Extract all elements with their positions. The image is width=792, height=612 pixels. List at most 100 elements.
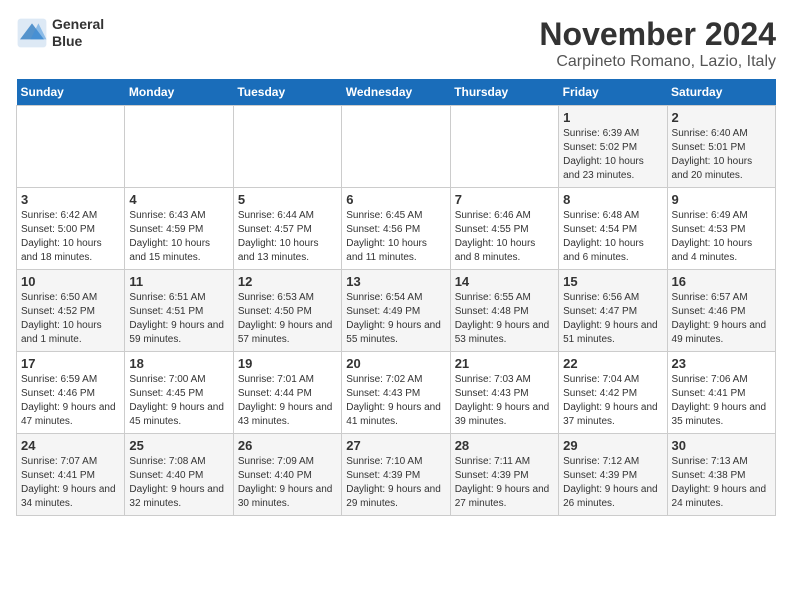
calendar-cell: 4 Sunrise: 6:43 AMSunset: 4:59 PMDaylight… xyxy=(125,188,233,270)
day-info: Sunrise: 6:56 AMSunset: 4:47 PMDaylight:… xyxy=(563,291,662,347)
calendar-cell: 16 Sunrise: 6:57 AMSunset: 4:46 PMDayligh… xyxy=(667,270,775,352)
day-number: 15 xyxy=(563,274,662,289)
day-number: 13 xyxy=(346,274,445,289)
day-info: Sunrise: 6:39 AMSunset: 5:02 PMDaylight:… xyxy=(563,127,662,183)
title-section: November 2024 Carpineto Romano, Lazio, I… xyxy=(539,16,776,71)
logo-line2: Blue xyxy=(52,33,82,49)
day-info: Sunrise: 6:57 AMSunset: 4:46 PMDaylight:… xyxy=(672,291,771,347)
calendar-cell: 2Sunrise: 6:40 AMSunset: 5:01 PMDaylight… xyxy=(667,106,775,188)
day-number: 4 xyxy=(129,192,228,207)
day-info: Sunrise: 6:50 AMSunset: 4:52 PMDaylight:… xyxy=(21,291,120,347)
day-info: Sunrise: 7:04 AMSunset: 4:42 PMDaylight:… xyxy=(563,373,662,429)
calendar-cell: 28 Sunrise: 7:11 AMSunset: 4:39 PMDayligh… xyxy=(450,434,558,516)
day-number: 24 xyxy=(21,438,120,453)
day-number: 30 xyxy=(672,438,771,453)
logo-text: General Blue xyxy=(52,16,104,50)
day-info: Sunrise: 6:55 AMSunset: 4:48 PMDaylight:… xyxy=(455,291,554,347)
day-info: Sunrise: 6:51 AMSunset: 4:51 PMDaylight:… xyxy=(129,291,228,347)
weekday-header-monday: Monday xyxy=(125,79,233,106)
calendar-cell: 22 Sunrise: 7:04 AMSunset: 4:42 PMDayligh… xyxy=(559,352,667,434)
calendar-cell: 23Sunrise: 7:06 AMSunset: 4:41 PMDayligh… xyxy=(667,352,775,434)
calendar-cell: 7 Sunrise: 6:46 AMSunset: 4:55 PMDaylight… xyxy=(450,188,558,270)
day-number: 19 xyxy=(238,356,337,371)
calendar-week-row: 1Sunrise: 6:39 AMSunset: 5:02 PMDaylight… xyxy=(17,106,776,188)
calendar-cell: 25 Sunrise: 7:08 AMSunset: 4:40 PMDayligh… xyxy=(125,434,233,516)
day-info: Sunrise: 7:07 AMSunset: 4:41 PMDaylight:… xyxy=(21,455,120,511)
day-number: 21 xyxy=(455,356,554,371)
day-number: 26 xyxy=(238,438,337,453)
day-number: 11 xyxy=(129,274,228,289)
logo-icon xyxy=(16,17,48,49)
calendar-cell: 17 Sunrise: 6:59 AMSunset: 4:46 PMDayligh… xyxy=(17,352,125,434)
logo: General Blue xyxy=(16,16,104,50)
day-number: 16 xyxy=(672,274,771,289)
calendar-cell: 19Sunrise: 7:01 AMSunset: 4:44 PMDayligh… xyxy=(233,352,341,434)
day-number: 10 xyxy=(21,274,120,289)
day-info: Sunrise: 6:43 AMSunset: 4:59 PMDaylight:… xyxy=(129,209,228,265)
calendar-cell xyxy=(233,106,341,188)
calendar-cell: 20 Sunrise: 7:02 AMSunset: 4:43 PMDayligh… xyxy=(342,352,450,434)
weekday-header-saturday: Saturday xyxy=(667,79,775,106)
calendar-cell: 1Sunrise: 6:39 AMSunset: 5:02 PMDaylight… xyxy=(559,106,667,188)
day-number: 28 xyxy=(455,438,554,453)
calendar-cell: 5 Sunrise: 6:44 AMSunset: 4:57 PMDaylight… xyxy=(233,188,341,270)
calendar-cell: 26 Sunrise: 7:09 AMSunset: 4:40 PMDayligh… xyxy=(233,434,341,516)
calendar-cell: 24 Sunrise: 7:07 AMSunset: 4:41 PMDayligh… xyxy=(17,434,125,516)
calendar-cell: 3Sunrise: 6:42 AMSunset: 5:00 PMDaylight… xyxy=(17,188,125,270)
calendar-cell xyxy=(450,106,558,188)
calendar-cell: 14 Sunrise: 6:55 AMSunset: 4:48 PMDayligh… xyxy=(450,270,558,352)
day-info: Sunrise: 7:12 AMSunset: 4:39 PMDaylight:… xyxy=(563,455,662,511)
day-info: Sunrise: 7:02 AMSunset: 4:43 PMDaylight:… xyxy=(346,373,445,429)
weekday-header-wednesday: Wednesday xyxy=(342,79,450,106)
day-number: 12 xyxy=(238,274,337,289)
day-info: Sunrise: 6:40 AMSunset: 5:01 PMDaylight:… xyxy=(672,127,771,183)
day-number: 18 xyxy=(129,356,228,371)
day-info: Sunrise: 6:53 AMSunset: 4:50 PMDaylight:… xyxy=(238,291,337,347)
calendar-table: SundayMondayTuesdayWednesdayThursdayFrid… xyxy=(16,79,776,516)
day-number: 9 xyxy=(672,192,771,207)
day-number: 14 xyxy=(455,274,554,289)
calendar-week-row: 17 Sunrise: 6:59 AMSunset: 4:46 PMDayligh… xyxy=(17,352,776,434)
day-info: Sunrise: 7:08 AMSunset: 4:40 PMDaylight:… xyxy=(129,455,228,511)
day-info: Sunrise: 7:09 AMSunset: 4:40 PMDaylight:… xyxy=(238,455,337,511)
day-info: Sunrise: 6:46 AMSunset: 4:55 PMDaylight:… xyxy=(455,209,554,265)
day-info: Sunrise: 7:03 AMSunset: 4:43 PMDaylight:… xyxy=(455,373,554,429)
day-number: 20 xyxy=(346,356,445,371)
calendar-cell: 21 Sunrise: 7:03 AMSunset: 4:43 PMDayligh… xyxy=(450,352,558,434)
day-number: 3 xyxy=(21,192,120,207)
day-number: 5 xyxy=(238,192,337,207)
day-info: Sunrise: 6:54 AMSunset: 4:49 PMDaylight:… xyxy=(346,291,445,347)
calendar-cell xyxy=(17,106,125,188)
day-info: Sunrise: 7:11 AMSunset: 4:39 PMDaylight:… xyxy=(455,455,554,511)
calendar-cell xyxy=(125,106,233,188)
calendar-cell: 12 Sunrise: 6:53 AMSunset: 4:50 PMDayligh… xyxy=(233,270,341,352)
calendar-cell: 27Sunrise: 7:10 AMSunset: 4:39 PMDayligh… xyxy=(342,434,450,516)
calendar-week-row: 3Sunrise: 6:42 AMSunset: 5:00 PMDaylight… xyxy=(17,188,776,270)
weekday-header-thursday: Thursday xyxy=(450,79,558,106)
day-info: Sunrise: 6:45 AMSunset: 4:56 PMDaylight:… xyxy=(346,209,445,265)
day-info: Sunrise: 7:10 AMSunset: 4:39 PMDaylight:… xyxy=(346,455,445,511)
day-number: 7 xyxy=(455,192,554,207)
calendar-cell: 30Sunrise: 7:13 AMSunset: 4:38 PMDayligh… xyxy=(667,434,775,516)
page-header: General Blue November 2024 Carpineto Rom… xyxy=(16,16,776,71)
day-number: 22 xyxy=(563,356,662,371)
day-number: 17 xyxy=(21,356,120,371)
calendar-cell: 10 Sunrise: 6:50 AMSunset: 4:52 PMDayligh… xyxy=(17,270,125,352)
day-info: Sunrise: 6:59 AMSunset: 4:46 PMDaylight:… xyxy=(21,373,120,429)
month-title: November 2024 xyxy=(539,16,776,53)
weekday-header-friday: Friday xyxy=(559,79,667,106)
calendar-cell: 29 Sunrise: 7:12 AMSunset: 4:39 PMDayligh… xyxy=(559,434,667,516)
day-info: Sunrise: 7:00 AMSunset: 4:45 PMDaylight:… xyxy=(129,373,228,429)
day-info: Sunrise: 6:49 AMSunset: 4:53 PMDaylight:… xyxy=(672,209,771,265)
day-info: Sunrise: 7:06 AMSunset: 4:41 PMDaylight:… xyxy=(672,373,771,429)
calendar-cell: 6Sunrise: 6:45 AMSunset: 4:56 PMDaylight… xyxy=(342,188,450,270)
logo-line1: General xyxy=(52,16,104,32)
calendar-cell: 13 Sunrise: 6:54 AMSunset: 4:49 PMDayligh… xyxy=(342,270,450,352)
day-info: Sunrise: 6:44 AMSunset: 4:57 PMDaylight:… xyxy=(238,209,337,265)
calendar-cell: 18 Sunrise: 7:00 AMSunset: 4:45 PMDayligh… xyxy=(125,352,233,434)
weekday-header-row: SundayMondayTuesdayWednesdayThursdayFrid… xyxy=(17,79,776,106)
calendar-cell: 15 Sunrise: 6:56 AMSunset: 4:47 PMDayligh… xyxy=(559,270,667,352)
day-number: 29 xyxy=(563,438,662,453)
day-number: 25 xyxy=(129,438,228,453)
calendar-week-row: 24 Sunrise: 7:07 AMSunset: 4:41 PMDayligh… xyxy=(17,434,776,516)
